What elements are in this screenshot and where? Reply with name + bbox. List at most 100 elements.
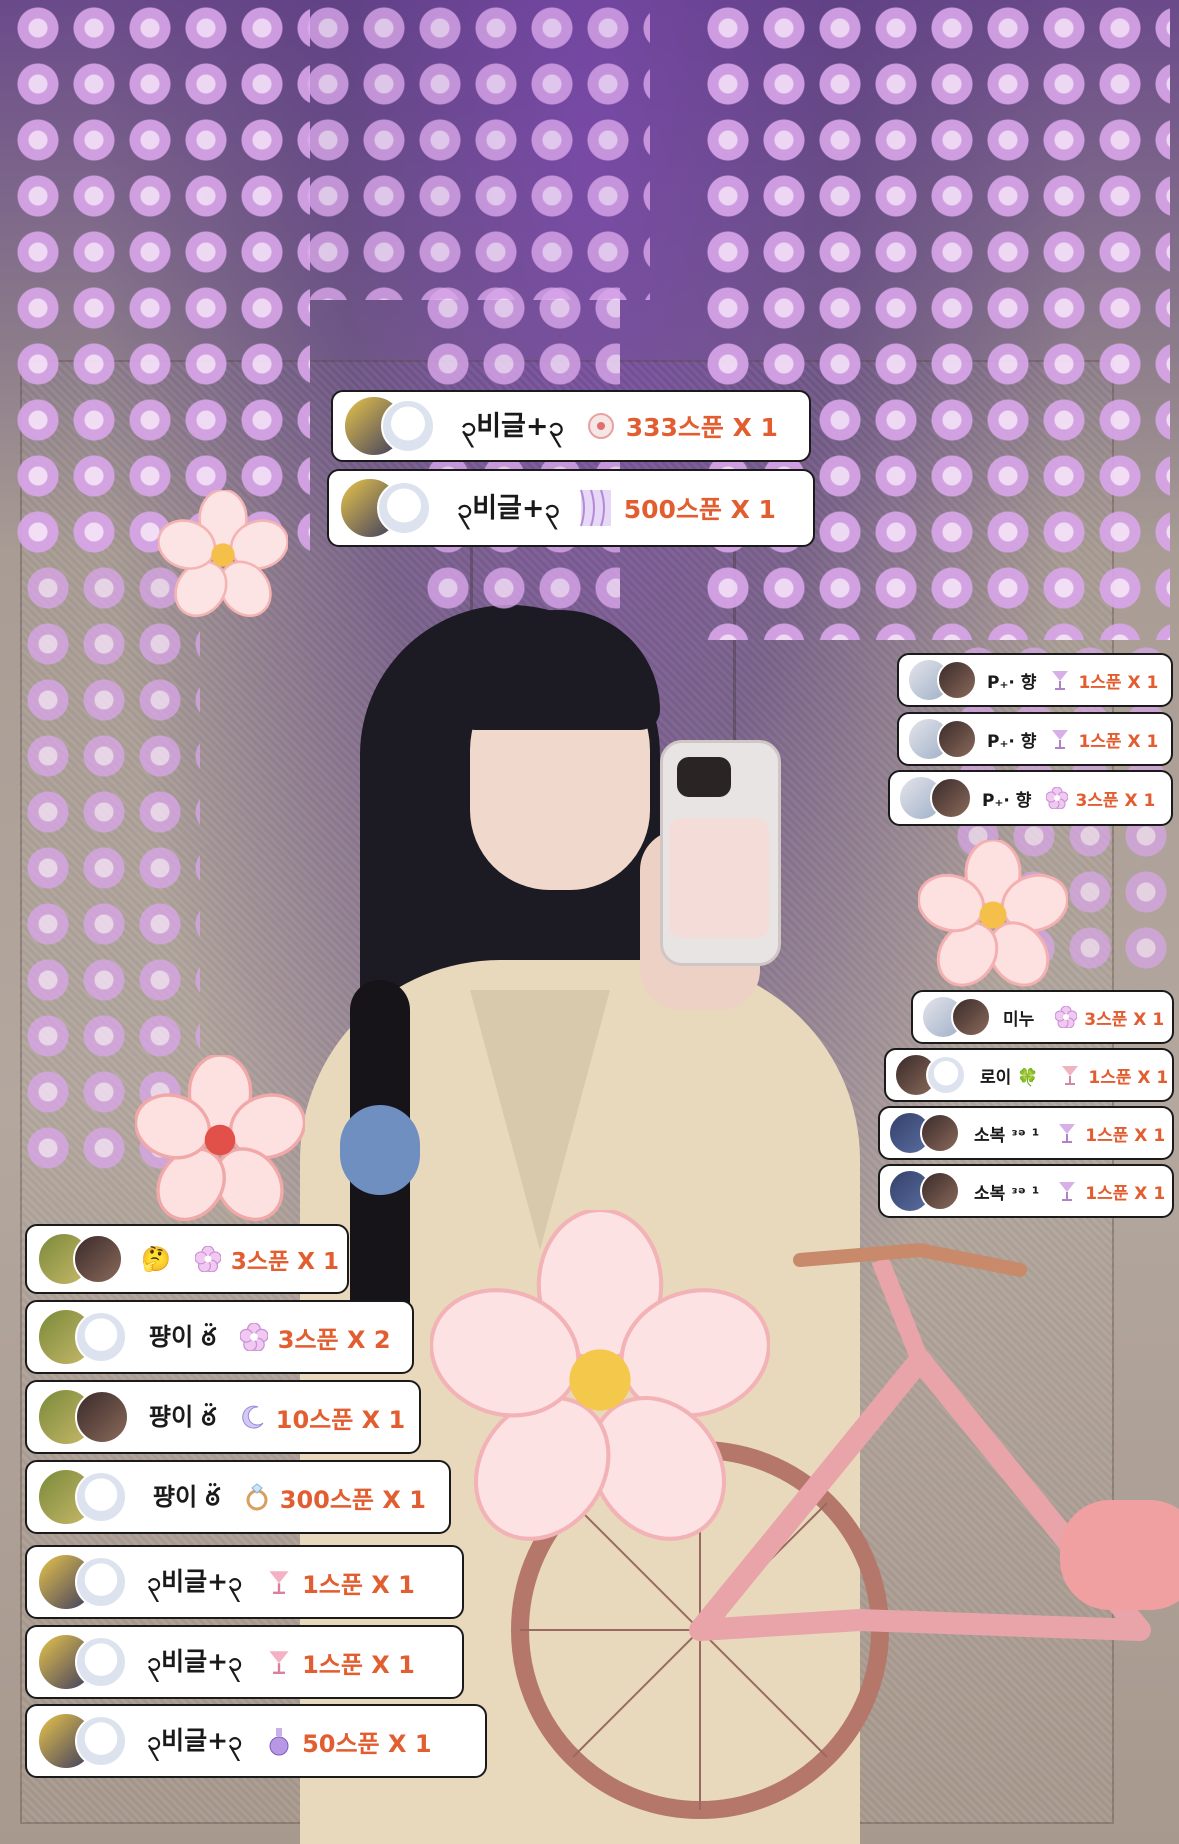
user-avatars [37,1633,129,1691]
gift-amount: 1스푼 X 1 [1088,1067,1169,1088]
gift-notification: ၃비글+၃ 500스푼 X 1 [327,469,815,547]
sender-name: ၃비글+၃ [147,1725,243,1755]
cherry-blossom-sticker [918,840,1068,987]
gift-notification: ၃비글+၃ 1스푼 X 1 [25,1545,464,1619]
avatar [75,1390,129,1444]
curtain-gift-icon [576,486,616,530]
gift-amount: 1스푼 X 1 [1085,1125,1166,1146]
user-avatars [894,1053,966,1097]
gift-amount: 1스푼 X 1 [302,1570,415,1599]
avatar [75,1556,127,1608]
gift-notification: P₊· 향 1스푼 X 1 [897,712,1173,766]
gift-notification: 🤔 3스푼 X 1 [25,1224,349,1294]
gift-amount: 50스푼 X 1 [302,1729,432,1758]
gift-amount: 333스푼 X 1 [625,413,778,442]
sender-name: 퍙이 ఠ̈ [149,1403,216,1431]
sparkle-gift-icon [584,409,618,443]
ring-gift-icon [240,1480,274,1514]
user-avatars [37,1388,129,1446]
avatar [937,660,977,700]
gift-notification: 미누 3스푼 X 1 [911,990,1174,1044]
gift-amount: 1스푼 X 1 [1078,731,1159,752]
avatar [937,719,977,759]
gift-notification: 소복 ᵌᵊ ¹ 1스푼 X 1 [878,1164,1174,1218]
sender-name: ၃비글+၃ [457,492,560,524]
sender-name: ၃비글+၃ [147,1646,243,1676]
user-avatars [888,1111,960,1155]
cocktail-gift-icon [264,1567,294,1597]
sender-name: 소복 ᵌᵊ ¹ [974,1125,1040,1146]
gift-amount: 500스푼 X 1 [623,495,776,524]
gift-amount: 300스푼 X 1 [279,1485,426,1514]
flower-gift-icon [238,1321,270,1353]
avatar [377,481,431,535]
user-avatars [37,1553,129,1611]
hair-scrunchie [340,1105,420,1195]
cherry-blossom-sticker [158,490,288,618]
flower-gift-icon [1054,1005,1078,1029]
gift-notification: 로이 🍀 1스푼 X 1 [884,1048,1174,1102]
sender-name: 미누 [1003,1009,1035,1030]
gift-amount: 1스푼 X 1 [1085,1183,1166,1204]
sender-name: 퍙이 ఠ̈ [153,1483,220,1511]
gift-amount: 3스푼 X 1 [1084,1009,1165,1030]
avatar [73,1234,123,1284]
gift-amount: 3스푼 X 1 [1075,790,1156,811]
large-cherry-blossom [430,1210,770,1541]
sender-name: P₊· 향 [982,790,1032,811]
user-avatars [907,717,977,761]
gift-amount: 3스푼 X 2 [277,1325,391,1354]
user-avatars [37,1232,125,1286]
potion-gift-icon [264,1724,294,1758]
user-avatars [907,658,977,702]
avatar [381,399,435,453]
cocktail-gift-icon [1048,668,1072,692]
gift-notification: P₊· 향 1스푼 X 1 [897,653,1173,707]
cocktail-gift-icon [1048,727,1072,751]
sender-name: 소복 ᵌᵊ ¹ [974,1183,1040,1204]
gift-notification: P₊· 향 3스푼 X 1 [888,770,1173,826]
flower-gift-icon [193,1244,223,1274]
sender-name: ၃비글+၃ [461,410,564,442]
avatar [951,997,991,1037]
cocktail-gift-icon [1055,1121,1079,1145]
gift-notification: ၃비글+၃ 333스푼 X 1 [331,390,811,462]
flower-gift-icon [1045,786,1069,810]
avatar [75,1636,127,1688]
gift-amount: 1스푼 X 1 [1078,672,1159,693]
sender-name: P₊· 향 [987,731,1037,752]
avatar [75,1715,127,1767]
sender-name: 로이 🍀 [980,1067,1039,1088]
moon-gift-icon [238,1402,268,1432]
gift-notification: ၃비글+၃ 50스푼 X 1 [25,1704,487,1778]
gift-amount: 3스푼 X 1 [230,1249,339,1275]
user-avatars [37,1712,129,1770]
user-avatars [37,1308,129,1366]
user-avatars [37,1468,129,1526]
gift-amount: 10스푼 X 1 [275,1405,406,1434]
wisteria-center [300,0,650,300]
cocktail-gift-icon [1055,1179,1079,1203]
avatar [75,1311,127,1363]
avatar [926,1055,966,1095]
user-avatars [888,1169,960,1213]
avatar [920,1171,960,1211]
avatar [930,777,972,819]
sender-name: P₊· 향 [987,672,1037,693]
cherry-blossom-sticker [135,1055,305,1222]
sender-name: 퍙이 ఠ̈ [149,1323,216,1351]
user-avatars [898,775,972,821]
sender-name: ၃비글+၃ [147,1566,243,1596]
user-avatars [339,477,437,539]
cocktail-gift-icon [264,1647,294,1677]
avatar [920,1113,960,1153]
phone-card-case [669,818,769,938]
gift-notification: ၃비글+၃ 1스푼 X 1 [25,1625,464,1699]
phone [660,740,781,966]
gift-notification: 소복 ᵌᵊ ¹ 1스푼 X 1 [878,1106,1174,1160]
phone-camera [677,757,731,797]
gift-notification: 퍙이 ఠ̈ 300스푼 X 1 [25,1460,451,1534]
user-avatars [921,995,991,1039]
user-avatars [343,395,441,457]
gift-notification: 퍙이 ఠ̈ 10스푼 X 1 [25,1380,421,1454]
